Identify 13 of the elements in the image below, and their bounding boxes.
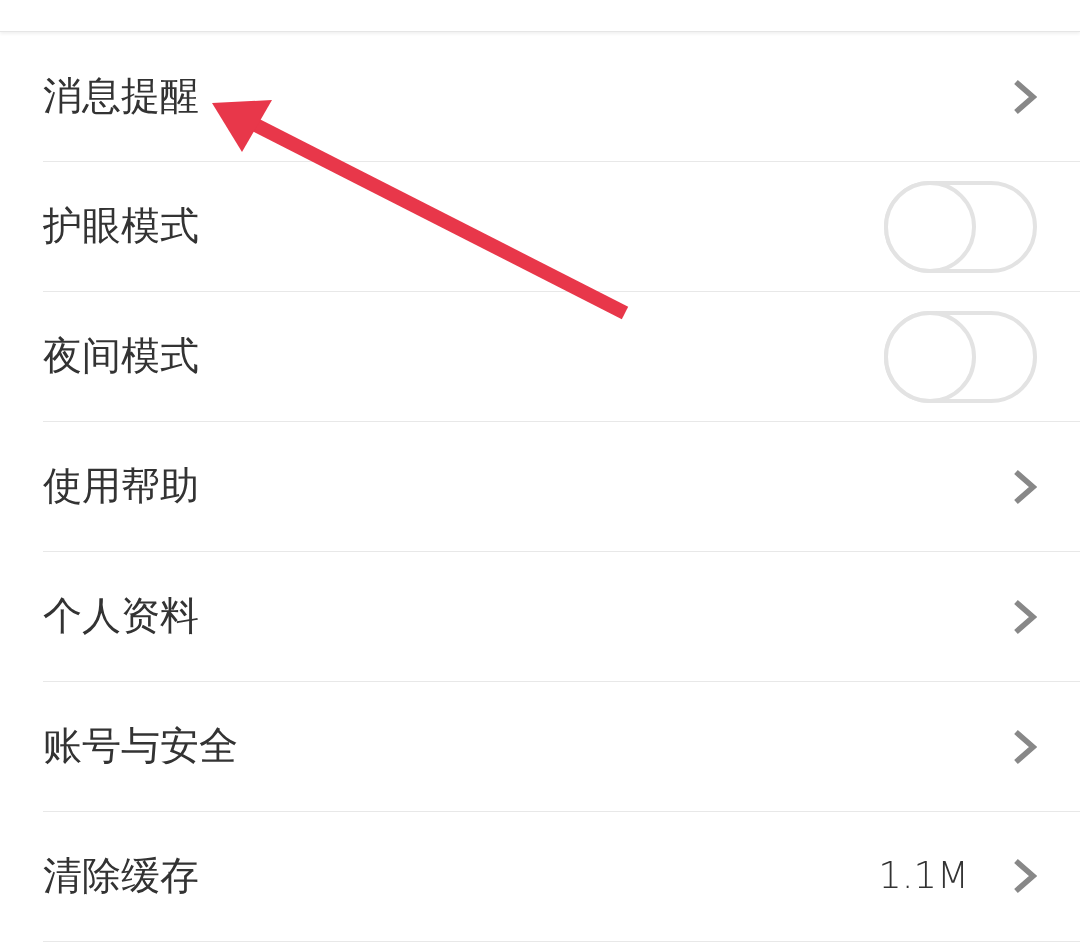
- setting-label: 使用帮助: [43, 463, 199, 510]
- chevron-right-icon[interactable]: [1013, 468, 1037, 505]
- setting-label: 夜间模式: [43, 333, 199, 380]
- chevron-right-icon[interactable]: [1013, 598, 1037, 635]
- setting-label: 个人资料: [43, 593, 199, 640]
- chevron-right-icon[interactable]: [1013, 78, 1037, 115]
- setting-label: 消息提醒: [43, 73, 199, 120]
- chevron-right-icon[interactable]: [1013, 858, 1037, 895]
- chevron-right-icon[interactable]: [1013, 728, 1037, 765]
- setting-label: 护眼模式: [43, 203, 199, 250]
- setting-label: 账号与安全: [43, 723, 238, 770]
- setting-label: 清除缓存: [43, 853, 199, 900]
- setting-value: 1.1M: [878, 854, 969, 899]
